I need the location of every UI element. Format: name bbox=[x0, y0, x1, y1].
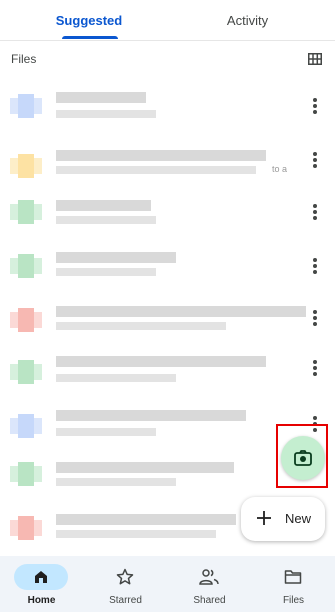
file-list-item[interactable] bbox=[0, 290, 335, 350]
more-options-icon[interactable] bbox=[308, 96, 322, 116]
folder-icon bbox=[284, 570, 302, 584]
file-thumbnail bbox=[10, 356, 42, 388]
file-name-blurred bbox=[56, 92, 146, 103]
file-thumbnail bbox=[10, 304, 42, 336]
nav-home[interactable]: Home bbox=[0, 556, 83, 612]
star-icon bbox=[116, 568, 134, 585]
file-meta-blurred bbox=[56, 428, 156, 436]
nav-files-label: Files bbox=[282, 595, 305, 606]
tab-bar: Suggested Activity bbox=[0, 0, 335, 41]
file-list-item[interactable] bbox=[0, 236, 335, 296]
tab-suggested[interactable]: Suggested bbox=[0, 0, 178, 40]
file-list-item[interactable] bbox=[0, 342, 335, 402]
file-list-item[interactable] bbox=[0, 182, 335, 242]
file-list-item[interactable] bbox=[0, 76, 335, 136]
shared-people-icon bbox=[199, 569, 219, 585]
grid-view-icon[interactable] bbox=[308, 53, 322, 65]
file-thumbnail bbox=[10, 150, 42, 182]
highlight-box bbox=[276, 424, 328, 488]
file-meta-blurred bbox=[56, 478, 176, 486]
file-meta-blurred bbox=[56, 166, 256, 174]
more-options-icon[interactable] bbox=[308, 308, 322, 328]
more-options-icon[interactable] bbox=[308, 358, 322, 378]
file-meta-blurred bbox=[56, 216, 156, 224]
file-meta-blurred bbox=[56, 110, 156, 118]
more-options-icon[interactable] bbox=[308, 256, 322, 276]
file-name-blurred bbox=[56, 356, 266, 367]
nav-home-label: Home bbox=[27, 595, 56, 606]
file-name-blurred bbox=[56, 514, 236, 525]
file-meta-blurred bbox=[56, 530, 216, 538]
file-name-blurred bbox=[56, 252, 176, 263]
nav-shared-label: Shared bbox=[193, 595, 226, 606]
file-meta-blurred bbox=[56, 268, 156, 276]
file-thumbnail bbox=[10, 410, 42, 442]
active-tab-indicator bbox=[62, 36, 118, 39]
files-section-header: Files bbox=[0, 48, 335, 72]
file-name-blurred bbox=[56, 410, 246, 421]
file-name-blurred bbox=[56, 462, 234, 473]
bottom-navigation: Home Starred Shared Files bbox=[0, 556, 335, 612]
file-name-fragment: to a bbox=[272, 164, 288, 174]
nav-starred[interactable]: Starred bbox=[84, 556, 167, 612]
file-thumbnail bbox=[10, 458, 42, 490]
file-thumbnail bbox=[10, 196, 42, 228]
file-name-blurred bbox=[56, 200, 151, 211]
file-meta-blurred bbox=[56, 322, 226, 330]
file-name-blurred bbox=[56, 306, 306, 317]
new-button[interactable]: New bbox=[241, 497, 325, 541]
more-options-icon[interactable] bbox=[308, 150, 322, 170]
file-thumbnail bbox=[10, 250, 42, 282]
new-button-label: New bbox=[285, 511, 312, 526]
nav-starred-label: Starred bbox=[109, 595, 142, 606]
tab-activity[interactable]: Activity bbox=[160, 0, 335, 40]
home-icon bbox=[35, 571, 47, 583]
nav-shared[interactable]: Shared bbox=[168, 556, 251, 612]
plus-icon bbox=[257, 511, 271, 525]
file-thumbnail bbox=[10, 512, 42, 544]
file-thumbnail bbox=[10, 90, 42, 122]
file-meta-blurred bbox=[56, 374, 176, 382]
files-section-title: Files bbox=[11, 52, 37, 66]
more-options-icon[interactable] bbox=[308, 202, 322, 222]
nav-files[interactable]: Files bbox=[252, 556, 335, 612]
file-name-blurred bbox=[56, 150, 266, 161]
